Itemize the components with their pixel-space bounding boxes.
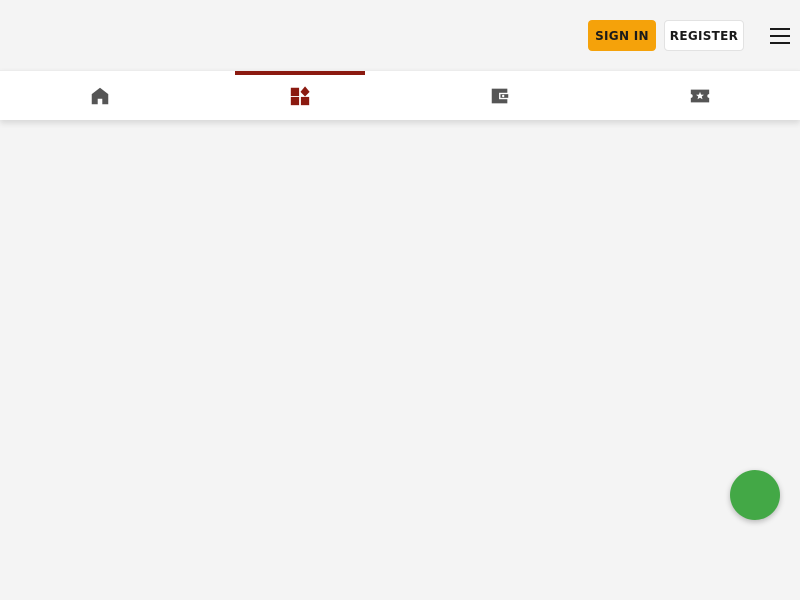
tab-promotions[interactable] xyxy=(635,71,765,121)
chat-fab-button[interactable] xyxy=(730,470,780,520)
tab-games[interactable] xyxy=(235,71,365,121)
hamburger-menu-icon[interactable] xyxy=(770,28,790,44)
tab-wallet[interactable] xyxy=(435,71,565,121)
ticket-star-icon xyxy=(690,89,710,103)
top-header: SIGN IN REGISTER xyxy=(0,0,800,70)
grid-diamond-icon xyxy=(290,86,310,106)
home-icon xyxy=(91,87,109,105)
register-button[interactable]: REGISTER xyxy=(664,20,744,51)
active-tab-indicator xyxy=(235,71,365,75)
sign-in-button[interactable]: SIGN IN xyxy=(588,20,656,51)
wallet-icon xyxy=(491,88,509,104)
tab-home[interactable] xyxy=(35,71,165,121)
bottom-tab-bar xyxy=(0,70,800,120)
